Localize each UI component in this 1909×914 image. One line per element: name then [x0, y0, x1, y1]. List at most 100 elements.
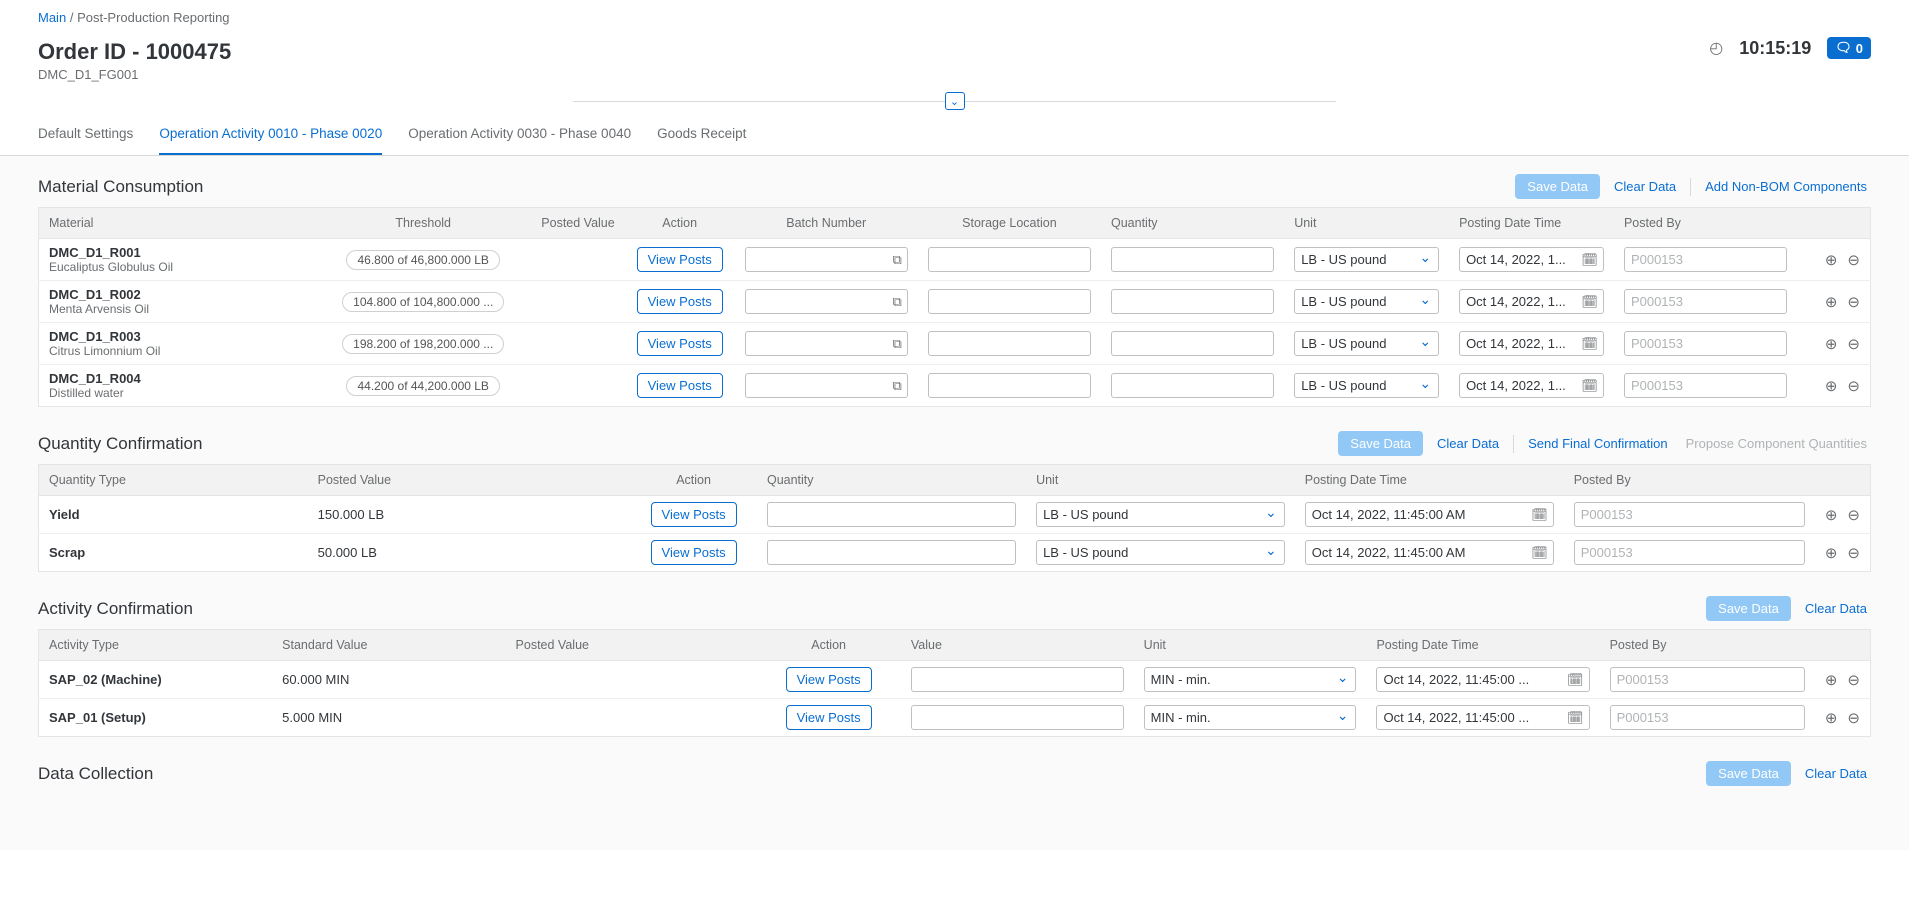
ac-clear-button[interactable]: Clear Data	[1801, 596, 1871, 621]
ac-col-unit: Unit	[1134, 630, 1367, 661]
posted-by-input[interactable]	[1624, 247, 1787, 272]
view-posts-button[interactable]: View Posts	[651, 540, 737, 565]
unit-select[interactable]: LB - US pound	[1294, 247, 1439, 272]
posting-date-time-input[interactable]	[1459, 331, 1604, 356]
storage-location-input[interactable]	[928, 247, 1091, 272]
table-row: DMC_D1_R002Menta Arvensis Oil104.800 of …	[39, 281, 1871, 323]
qc-send-final-button[interactable]: Send Final Confirmation	[1524, 431, 1671, 456]
storage-location-input[interactable]	[928, 289, 1091, 314]
remove-row-icon[interactable]: ⊖	[1847, 544, 1860, 562]
view-posts-button[interactable]: View Posts	[637, 289, 723, 314]
material-desc: Eucaliptus Globulus Oil	[49, 260, 322, 274]
remove-row-icon[interactable]: ⊖	[1847, 251, 1860, 269]
add-row-icon[interactable]: ⊕	[1825, 506, 1838, 524]
unit-select[interactable]: MIN - min.	[1144, 705, 1357, 730]
mc-clear-button[interactable]: Clear Data	[1610, 174, 1680, 199]
quantity-input[interactable]	[1111, 331, 1274, 356]
quantity-input[interactable]	[1111, 289, 1274, 314]
table-row: DMC_D1_R003Citrus Limonnium Oil198.200 o…	[39, 323, 1871, 365]
quantity-input[interactable]	[767, 502, 1016, 527]
add-row-icon[interactable]: ⊕	[1825, 335, 1838, 353]
quantity-input[interactable]	[767, 540, 1016, 565]
add-row-icon[interactable]: ⊕	[1825, 709, 1838, 727]
batch-number-input[interactable]	[745, 247, 908, 272]
mc-add-button[interactable]: Add Non-BOM Components	[1701, 174, 1871, 199]
message-count: 0	[1856, 41, 1863, 56]
remove-row-icon[interactable]: ⊖	[1847, 335, 1860, 353]
remove-row-icon[interactable]: ⊖	[1847, 293, 1860, 311]
posting-date-time-input[interactable]	[1305, 502, 1554, 527]
view-posts-button[interactable]: View Posts	[637, 247, 723, 272]
remove-row-icon[interactable]: ⊖	[1847, 709, 1860, 727]
remove-row-icon[interactable]: ⊖	[1847, 506, 1860, 524]
storage-location-input[interactable]	[928, 373, 1091, 398]
posted-by-input[interactable]	[1574, 540, 1805, 565]
tab-op-0030[interactable]: Operation Activity 0030 - Phase 0040	[408, 116, 631, 155]
view-posts-button[interactable]: View Posts	[651, 502, 737, 527]
unit-select[interactable]: LB - US pound	[1036, 502, 1285, 527]
order-subtitle: DMC_D1_FG001	[38, 67, 231, 82]
ac-col-value: Value	[901, 630, 1134, 661]
ac-title: Activity Confirmation	[38, 599, 193, 619]
qc-col-posted-value: Posted Value	[308, 465, 631, 496]
posting-date-time-input[interactable]	[1459, 247, 1604, 272]
unit-select[interactable]: LB - US pound	[1036, 540, 1285, 565]
view-posts-button[interactable]: View Posts	[637, 331, 723, 356]
unit-select[interactable]: LB - US pound	[1294, 331, 1439, 356]
qc-save-button[interactable]: Save Data	[1338, 431, 1423, 456]
add-row-icon[interactable]: ⊕	[1825, 251, 1838, 269]
expand-header-button[interactable]: ⌄	[945, 92, 965, 110]
mc-col-threshold: Threshold	[332, 208, 515, 239]
mc-col-unit: Unit	[1284, 208, 1449, 239]
add-row-icon[interactable]: ⊕	[1825, 544, 1838, 562]
posting-date-time-input[interactable]	[1376, 667, 1589, 692]
tab-default-settings[interactable]: Default Settings	[38, 116, 133, 155]
dc-clear-button[interactable]: Clear Data	[1801, 761, 1871, 786]
value-input[interactable]	[911, 667, 1124, 692]
unit-select[interactable]: MIN - min.	[1144, 667, 1357, 692]
add-row-icon[interactable]: ⊕	[1825, 671, 1838, 689]
mc-save-button[interactable]: Save Data	[1515, 174, 1600, 199]
tab-goods-receipt[interactable]: Goods Receipt	[657, 116, 746, 155]
value-input[interactable]	[911, 705, 1124, 730]
dc-save-button[interactable]: Save Data	[1706, 761, 1791, 786]
view-posts-button[interactable]: View Posts	[786, 667, 872, 692]
batch-number-input[interactable]	[745, 289, 908, 314]
ac-save-button[interactable]: Save Data	[1706, 596, 1791, 621]
breadcrumb-main[interactable]: Main	[38, 10, 66, 25]
posted-by-input[interactable]	[1624, 289, 1787, 314]
posted-by-input[interactable]	[1610, 667, 1805, 692]
view-posts-button[interactable]: View Posts	[786, 705, 872, 730]
quantity-type: Yield	[49, 507, 80, 522]
batch-number-input[interactable]	[745, 331, 908, 356]
add-row-icon[interactable]: ⊕	[1825, 293, 1838, 311]
remove-row-icon[interactable]: ⊖	[1847, 671, 1860, 689]
qc-propose-button: Propose Component Quantities	[1682, 431, 1871, 456]
posting-date-time-input[interactable]	[1459, 373, 1604, 398]
view-posts-button[interactable]: View Posts	[637, 373, 723, 398]
batch-number-input[interactable]	[745, 373, 908, 398]
posted-by-input[interactable]	[1624, 373, 1787, 398]
qc-clear-button[interactable]: Clear Data	[1433, 431, 1503, 456]
remove-row-icon[interactable]: ⊖	[1847, 377, 1860, 395]
quantity-input[interactable]	[1111, 373, 1274, 398]
quantity-confirmation-section: Quantity Confirmation Save Data Clear Da…	[38, 431, 1871, 572]
ac-col-atype: Activity Type	[39, 630, 273, 661]
quantity-input[interactable]	[1111, 247, 1274, 272]
unit-select[interactable]: LB - US pound	[1294, 289, 1439, 314]
posted-by-input[interactable]	[1624, 331, 1787, 356]
unit-select[interactable]: LB - US pound	[1294, 373, 1439, 398]
material-code: DMC_D1_R001	[49, 245, 322, 260]
add-row-icon[interactable]: ⊕	[1825, 377, 1838, 395]
divider	[1513, 435, 1514, 453]
posted-by-input[interactable]	[1610, 705, 1805, 730]
storage-location-input[interactable]	[928, 331, 1091, 356]
posted-value: 150.000 LB	[308, 496, 631, 534]
tab-op-0010[interactable]: Operation Activity 0010 - Phase 0020	[159, 116, 382, 155]
posted-by-input[interactable]	[1574, 502, 1805, 527]
posting-date-time-input[interactable]	[1376, 705, 1589, 730]
messages-badge[interactable]: 🗨 0	[1827, 37, 1871, 59]
qc-table: Quantity Type Posted Value Action Quanti…	[38, 464, 1871, 572]
posting-date-time-input[interactable]	[1459, 289, 1604, 314]
posting-date-time-input[interactable]	[1305, 540, 1554, 565]
